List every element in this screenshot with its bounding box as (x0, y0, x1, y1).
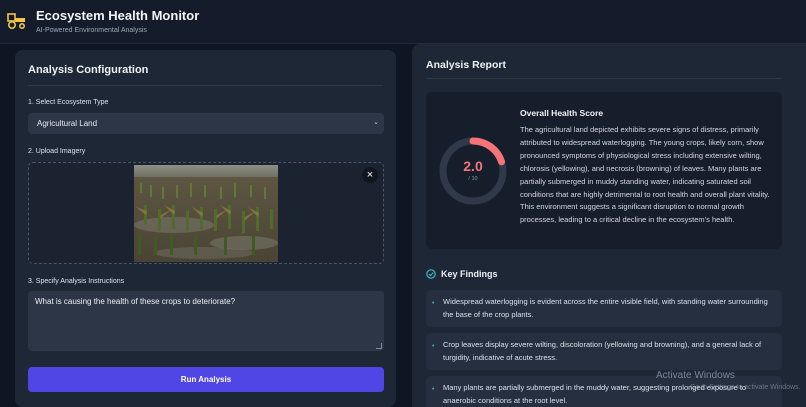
activate-windows-watermark: Activate Windows (656, 370, 735, 381)
ecosystem-type-label: 1. Select Ecosystem Type (28, 99, 109, 106)
report-title: Analysis Report (426, 59, 506, 71)
finding-text: Widespread waterlogging is evident acros… (443, 297, 768, 319)
image-upload-dropzone[interactable]: × (28, 162, 384, 264)
finding-item: • Widespread waterlogging is evident acr… (426, 290, 782, 327)
finding-item: • Crop leaves display severe wilting, di… (426, 333, 782, 370)
resize-handle[interactable] (376, 343, 382, 349)
health-score-value: 2.0 (463, 158, 483, 174)
uploaded-crop-image (134, 165, 278, 262)
app-subtitle: AI-Powered Environmental Analysis (36, 27, 147, 34)
health-score-heading: Overall Health Score (520, 108, 604, 118)
activate-windows-subtext: Go to Settings to activate Windows. (690, 384, 801, 391)
analysis-report-panel: Analysis Report 2.0 / 10 Overall Health … (412, 44, 806, 407)
app-title: Ecosystem Health Monitor (36, 8, 200, 23)
check-circle-icon (426, 269, 436, 279)
divider (426, 78, 782, 79)
app-header: Ecosystem Health Monitor AI-Powered Envi… (0, 0, 806, 44)
chevron-down-icon: ⌄ (373, 119, 379, 126)
panel-title: Analysis Configuration (28, 64, 149, 76)
health-score-max: / 10 (468, 176, 478, 182)
bullet-icon: • (432, 386, 435, 393)
bullet-icon: • (432, 300, 435, 307)
ecosystem-type-value: Agricultural Land (37, 119, 98, 128)
remove-image-button[interactable]: × (362, 167, 378, 183)
analysis-configuration-panel: Analysis Configuration 1. Select Ecosyst… (15, 50, 396, 407)
run-analysis-button[interactable]: Run Analysis (28, 367, 384, 392)
instructions-textarea[interactable]: What is causing the health of these crop… (28, 291, 384, 351)
health-score-description: The agricultural land depicted exhibits … (520, 125, 770, 225)
tractor-icon (7, 13, 25, 29)
health-score-card: 2.0 / 10 Overall Health Score The agricu… (426, 92, 782, 249)
ecosystem-type-select[interactable]: Agricultural Land ⌄ (28, 113, 384, 134)
finding-text: Crop leaves display severe wilting, disc… (443, 340, 762, 362)
key-findings-title: Key Findings (441, 269, 498, 279)
instructions-value: What is causing the health of these crop… (35, 297, 236, 306)
bullet-icon: • (432, 343, 435, 350)
instructions-label: 3. Specify Analysis Instructions (28, 278, 125, 285)
upload-imagery-label: 2. Upload Imagery (28, 148, 86, 155)
divider (28, 85, 383, 86)
